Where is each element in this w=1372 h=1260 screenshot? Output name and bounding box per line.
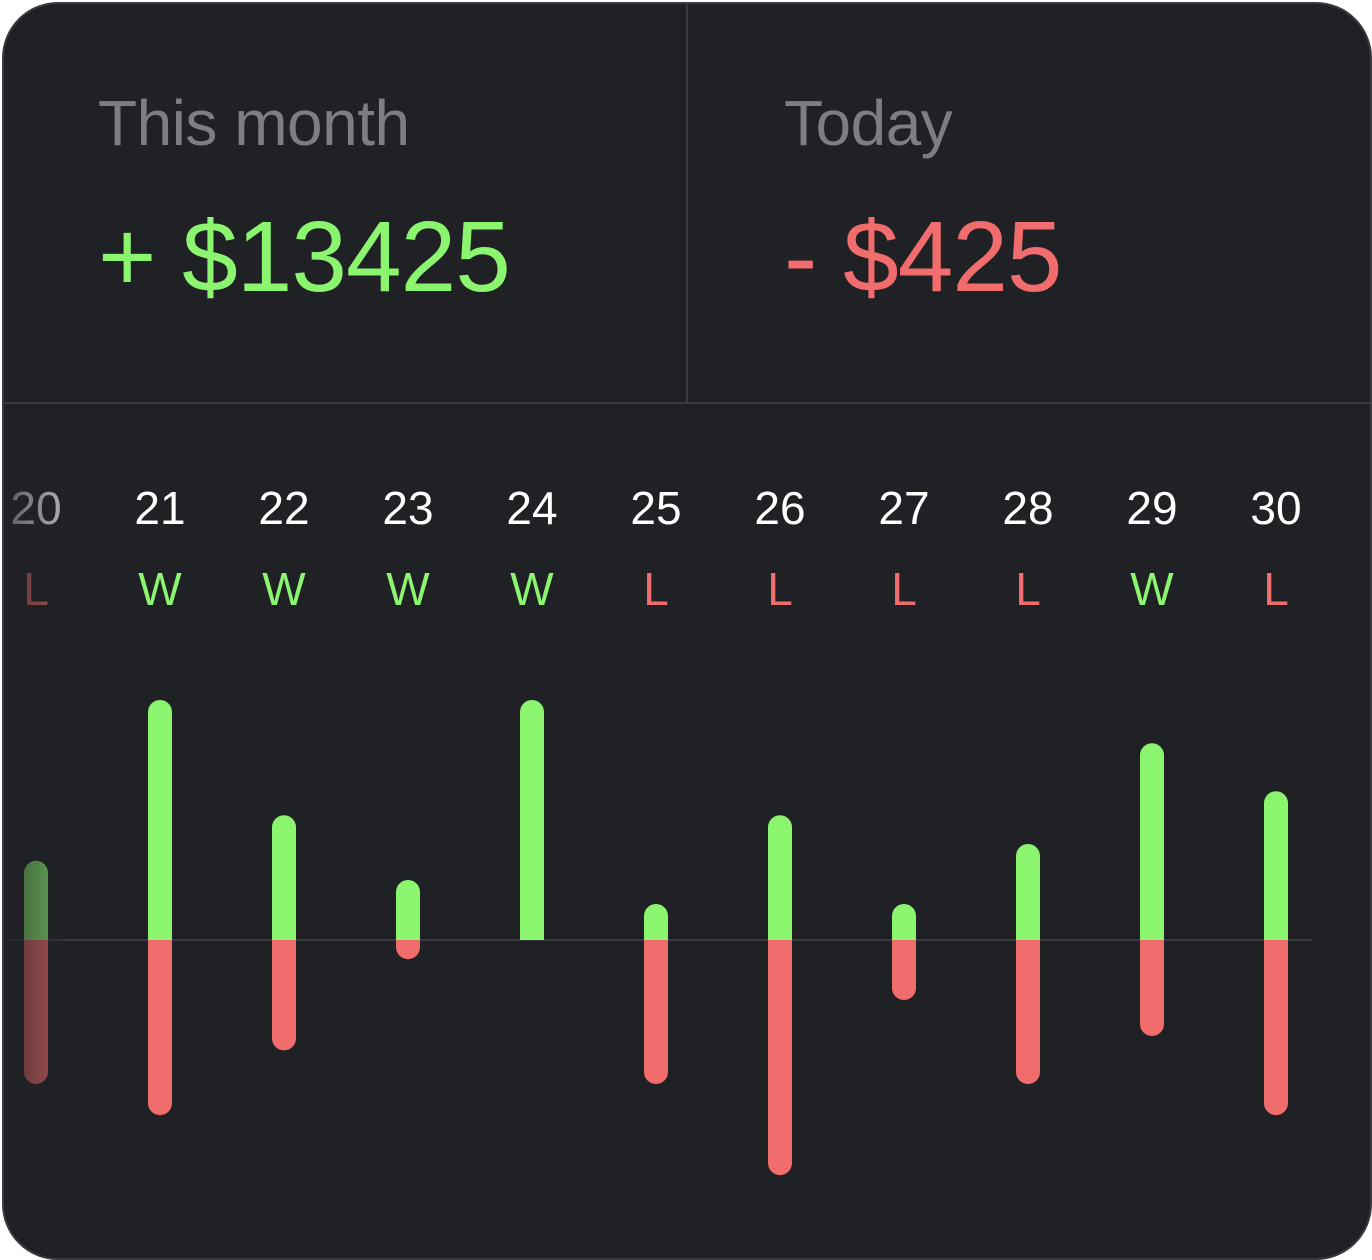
profit-bar-30 <box>1264 791 1288 940</box>
day-label-22: 22 <box>258 482 309 534</box>
result-label-26: L <box>767 563 793 615</box>
day-column-22[interactable] <box>272 815 296 1051</box>
profit-bar-26 <box>768 815 792 940</box>
day-label-26: 26 <box>754 482 805 534</box>
daily-pnl-chart[interactable]: 20L21W22W23W24W25L26L27L28L29W30L <box>4 4 1370 1258</box>
day-label-21: 21 <box>134 482 185 534</box>
pnl-card: This month + $13425 Today - $425 20L21W2… <box>2 2 1372 1260</box>
loss-bar-22 <box>272 940 296 1051</box>
day-label-24: 24 <box>506 482 557 534</box>
profit-bar-25 <box>644 904 668 940</box>
day-label-25: 25 <box>630 482 681 534</box>
loss-bar-26 <box>768 940 792 1176</box>
loss-bar-30 <box>1264 940 1288 1116</box>
day-column-26[interactable] <box>768 815 792 1176</box>
profit-bar-29 <box>1140 743 1164 940</box>
profit-bar-24 <box>520 700 544 940</box>
result-label-24: W <box>510 563 554 615</box>
result-label-25: L <box>643 563 669 615</box>
day-column-25[interactable] <box>644 904 668 1084</box>
loss-bar-21 <box>148 940 172 1116</box>
profit-bar-28 <box>1016 844 1040 940</box>
day-label-27: 27 <box>878 482 929 534</box>
profit-bar-22 <box>272 815 296 940</box>
loss-bar-29 <box>1140 940 1164 1036</box>
day-label-30: 30 <box>1250 482 1301 534</box>
day-column-21[interactable] <box>148 700 172 1116</box>
day-label-28: 28 <box>1002 482 1053 534</box>
day-column-24[interactable] <box>520 700 544 940</box>
loss-bar-23 <box>396 940 420 960</box>
result-label-23: W <box>386 563 430 615</box>
chart-left-edge-fade <box>4 464 66 1104</box>
result-label-28: L <box>1015 563 1041 615</box>
day-label-23: 23 <box>382 482 433 534</box>
profit-bar-23 <box>396 880 420 940</box>
day-label-29: 29 <box>1126 482 1177 534</box>
profit-bar-21 <box>148 700 172 940</box>
day-column-27[interactable] <box>892 904 916 1000</box>
result-label-21: W <box>138 563 182 615</box>
loss-bar-25 <box>644 940 668 1084</box>
loss-bar-28 <box>1016 940 1040 1084</box>
result-label-30: L <box>1263 563 1289 615</box>
result-label-29: W <box>1130 563 1174 615</box>
day-column-23[interactable] <box>396 880 420 960</box>
loss-bar-27 <box>892 940 916 1000</box>
day-column-30[interactable] <box>1264 791 1288 1116</box>
day-column-29[interactable] <box>1140 743 1164 1036</box>
day-column-28[interactable] <box>1016 844 1040 1084</box>
result-label-27: L <box>891 563 917 615</box>
profit-bar-27 <box>892 904 916 940</box>
result-label-22: W <box>262 563 306 615</box>
